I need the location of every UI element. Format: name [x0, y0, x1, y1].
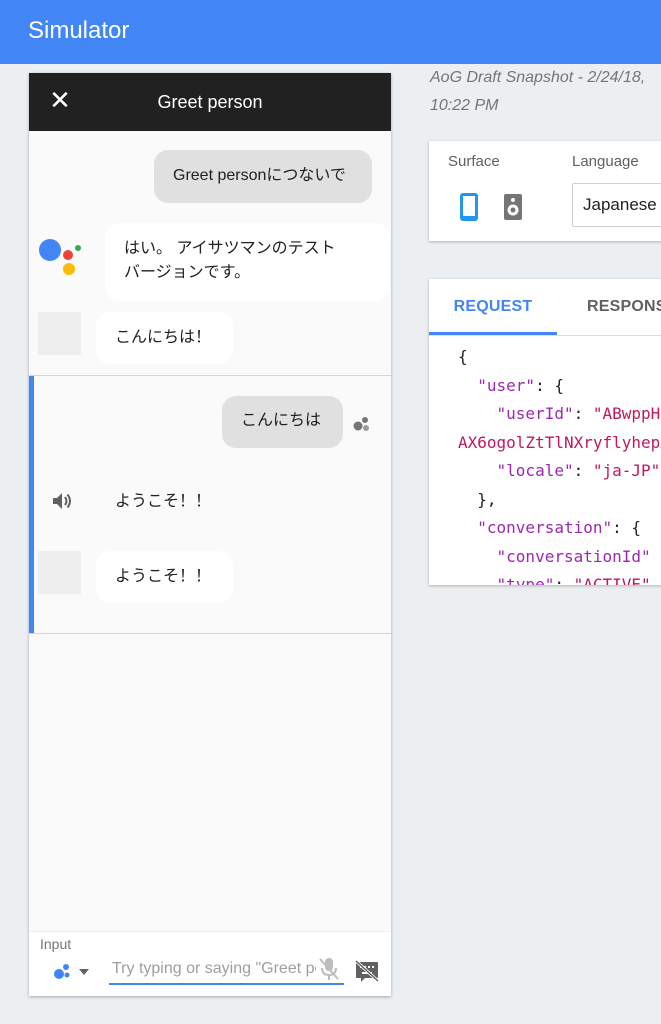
tabs-divider	[429, 335, 661, 336]
surface-card: Surface Language Japanese	[429, 141, 661, 241]
request-json: { "user": { "userId": "ABwppHF AX6ogolZt…	[458, 347, 661, 585]
tab-response[interactable]: RESPONSE	[587, 279, 661, 335]
bot-avatar	[38, 551, 81, 594]
phone-header: ✕ Greet person	[29, 73, 391, 131]
surface-label: Surface	[448, 153, 500, 170]
assistant-message-line-2: バージョンです。	[124, 264, 251, 281]
bot-avatar	[38, 312, 81, 355]
request-response-card: REQUEST RESPONSE { "user": { "userId": "…	[429, 279, 661, 585]
mic-off-icon[interactable]	[317, 956, 341, 982]
language-select[interactable]: Japanese	[572, 183, 661, 227]
simulator-phone: ✕ Greet person Greet personにつないで はい。 アイサ…	[29, 73, 391, 996]
snapshot-label: AoG Draft Snapshot - 2/24/18, 10:22 PM	[430, 64, 661, 120]
keyboard-off-icon[interactable]	[354, 959, 380, 983]
phone-surface-icon[interactable]	[459, 192, 479, 222]
assistant-message-line-1: はい。 アイサツマンのテスト	[124, 240, 336, 257]
user-message: こんにちは	[222, 396, 343, 448]
speaker-icon	[53, 493, 71, 509]
tab-request[interactable]: REQUEST	[429, 279, 557, 335]
language-label: Language	[572, 153, 639, 170]
bot-message: ようこそ！！	[96, 551, 233, 603]
phone-title: Greet person	[157, 92, 263, 112]
google-assistant-icon	[39, 239, 81, 279]
assistant-audio-text: ようこそ！！	[115, 493, 212, 510]
speaker-surface-icon[interactable]	[502, 192, 524, 222]
app-title: Simulator	[28, 17, 130, 44]
snapshot-line-1: AoG Draft Snapshot - 2/24/18,	[430, 69, 646, 86]
app-bar: Simulator	[0, 0, 661, 64]
user-message: Greet personにつないで	[154, 150, 372, 203]
selected-turn-indicator	[29, 376, 34, 634]
divider	[29, 633, 391, 634]
divider	[29, 375, 391, 376]
bot-message: こんにちは！	[96, 312, 233, 364]
input-area: Input	[29, 931, 391, 996]
assistant-mini-icon	[353, 417, 369, 431]
assistant-dropdown-icon[interactable]	[51, 960, 93, 982]
assistant-message: はい。 アイサツマンのテスト バージョンです。	[105, 223, 390, 301]
snapshot-line-2: 10:22 PM	[430, 97, 499, 114]
query-input[interactable]	[109, 954, 344, 985]
input-label: Input	[40, 936, 72, 952]
